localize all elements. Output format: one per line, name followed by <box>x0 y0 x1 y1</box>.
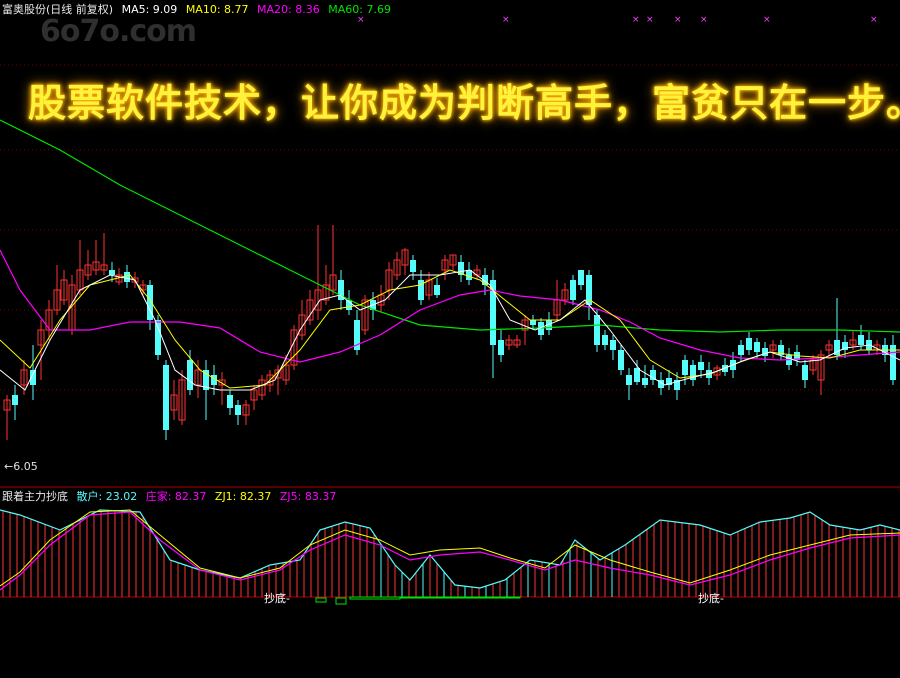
candle-body <box>434 285 440 295</box>
candle-body <box>466 270 472 280</box>
candle-body <box>235 405 241 415</box>
signal-x-mark: × <box>502 15 510 25</box>
candle-body <box>682 360 688 375</box>
bottom-signal-label: 抄底- <box>698 592 724 605</box>
candle-body <box>410 260 416 272</box>
ma60-value: MA60: 7.69 <box>328 3 391 16</box>
ma20-value: MA20: 8.36 <box>257 3 320 16</box>
sanhu-value: 散户: 23.02 <box>76 490 138 503</box>
candle-body <box>12 395 18 405</box>
stock-chart-window: × × × × × × × × 富奥股份(日线 前复权) MA5: 9.09 MA10: 8.… <box>0 0 900 678</box>
bottom-signal-label: 抄底- <box>264 592 290 605</box>
candle-body <box>746 338 752 350</box>
signal-x-mark: × <box>700 15 708 25</box>
candle-body <box>602 335 608 345</box>
bottom-signal-mark <box>399 596 521 599</box>
candle-body <box>738 345 744 355</box>
candle-body <box>618 350 624 370</box>
zj5-value: ZJ5: 83.37 <box>279 490 337 503</box>
promo-banner: 股票软件技术，让你成为判断高手，富贫只在一步。 <box>28 80 900 125</box>
signal-x-mark: × <box>870 15 878 25</box>
candle-body <box>634 368 640 382</box>
candle-body <box>530 320 536 325</box>
candle-body <box>187 360 193 390</box>
candle-body <box>858 335 864 345</box>
candle-body <box>626 375 632 385</box>
candle-body <box>227 395 233 408</box>
candle-body <box>498 340 504 355</box>
candle-body <box>155 320 161 355</box>
signal-x-mark: × <box>632 15 640 25</box>
indicator-name: 跟着主力抄底 <box>2 490 68 503</box>
candle-body <box>109 270 115 275</box>
bottom-signal-mark <box>315 597 327 603</box>
zhuangjia-value: 庄家: 82.37 <box>145 490 207 503</box>
candle-body <box>124 272 130 282</box>
indicator-header: 跟着主力抄底 散户: 23.02 庄家: 82.37 ZJ1: 82.37 ZJ… <box>2 488 341 504</box>
candle-body <box>570 280 576 300</box>
candle-body <box>754 342 760 352</box>
candle-body <box>610 340 616 350</box>
candle-body <box>163 365 169 430</box>
bottom-signal-mark <box>349 596 401 600</box>
watermark-logo: 6o7o.com <box>40 14 197 49</box>
candle-body <box>578 270 584 285</box>
ma60-line <box>0 119 900 333</box>
candle-body <box>802 365 808 380</box>
candle-body <box>594 315 600 345</box>
signal-x-mark: × <box>763 15 771 25</box>
low-price-label: ←6.05 <box>4 460 38 473</box>
bottom-signal-mark <box>335 597 347 605</box>
candle-body <box>698 362 704 370</box>
signal-x-mark: × <box>674 15 682 25</box>
candle-body <box>642 378 648 385</box>
signal-x-mark: × <box>646 15 654 25</box>
zj1-value: ZJ1: 82.37 <box>214 490 272 503</box>
